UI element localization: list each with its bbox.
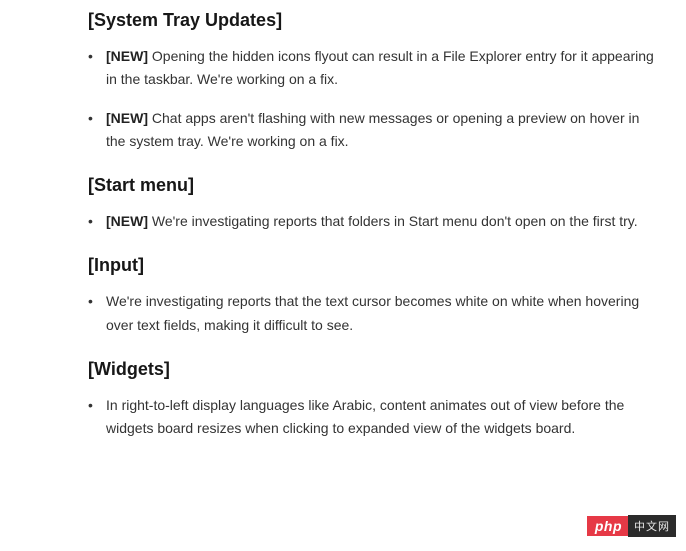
section-heading-input: [Input] [88, 255, 656, 276]
section-heading-widgets: [Widgets] [88, 359, 656, 380]
list-item: We're investigating reports that the tex… [88, 290, 656, 336]
list-item: [NEW] Chat apps aren't flashing with new… [88, 107, 656, 153]
section-heading-start-menu: [Start menu] [88, 175, 656, 196]
section-list-start-menu: [NEW] We're investigating reports that f… [88, 210, 656, 233]
badge-cn-label: 中文网 [628, 515, 676, 537]
list-item: [NEW] Opening the hidden icons flyout ca… [88, 45, 656, 91]
watermark-badge: php 中文网 [587, 515, 676, 537]
item-text: In right-to-left display languages like … [106, 397, 624, 436]
list-item: In right-to-left display languages like … [88, 394, 656, 440]
new-tag: [NEW] [106, 213, 152, 229]
item-text: Opening the hidden icons flyout can resu… [106, 48, 654, 87]
section-heading-system-tray: [System Tray Updates] [88, 10, 656, 31]
badge-php-label: php [587, 516, 628, 536]
new-tag: [NEW] [106, 110, 152, 126]
document-content: [System Tray Updates] [NEW] Opening the … [0, 10, 686, 440]
item-text: We're investigating reports that the tex… [106, 293, 639, 332]
section-list-system-tray: [NEW] Opening the hidden icons flyout ca… [88, 45, 656, 153]
list-item: [NEW] We're investigating reports that f… [88, 210, 656, 233]
section-list-widgets: In right-to-left display languages like … [88, 394, 656, 440]
new-tag: [NEW] [106, 48, 152, 64]
item-text: Chat apps aren't flashing with new messa… [106, 110, 639, 149]
section-list-input: We're investigating reports that the tex… [88, 290, 656, 336]
item-text: We're investigating reports that folders… [152, 213, 638, 229]
